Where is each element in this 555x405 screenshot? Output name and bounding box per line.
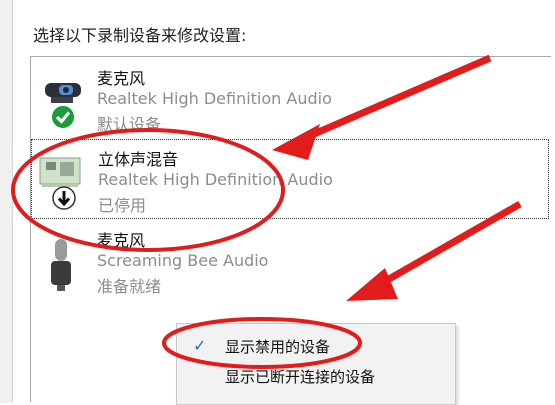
- checkmark-icon: ✓: [193, 336, 207, 355]
- instruction-text: 选择以下录制设备来修改设置:: [33, 26, 247, 45]
- microphone-icon: [37, 233, 89, 293]
- device-item-stereo-mix[interactable]: 立体声混音 Realtek High Definition Audio 已停用: [31, 139, 549, 219]
- webcam-microphone-icon: [37, 71, 89, 131]
- context-menu: ✓ 显示禁用的设备 显示已断开连接的设备: [176, 323, 456, 405]
- device-name: 麦克风: [97, 231, 146, 250]
- menu-item-show-disabled-devices[interactable]: ✓ 显示禁用的设备: [177, 332, 455, 362]
- menu-item-show-disconnected-devices[interactable]: 显示已断开连接的设备: [177, 362, 455, 392]
- device-driver: Realtek High Definition Audio: [98, 170, 333, 189]
- device-status: 默认设备: [97, 115, 162, 134]
- device-status: 准备就绪: [97, 277, 162, 296]
- sound-card-icon: [38, 152, 90, 212]
- device-name: 立体声混音: [98, 150, 179, 169]
- device-driver: Screaming Bee Audio: [97, 251, 269, 270]
- device-name: 麦克风: [97, 69, 146, 88]
- device-item-microphone-realtek[interactable]: 麦克风 Realtek High Definition Audio 默认设备: [31, 59, 549, 139]
- device-status: 已停用: [98, 196, 147, 215]
- window-left-edge: [0, 0, 13, 403]
- device-driver: Realtek High Definition Audio: [97, 89, 332, 108]
- device-item-microphone-screaming-bee[interactable]: 麦克风 Screaming Bee Audio 准备就绪: [31, 221, 549, 301]
- menu-item-label: 显示禁用的设备: [225, 338, 331, 356]
- menu-item-label: 显示已断开连接的设备: [225, 368, 376, 386]
